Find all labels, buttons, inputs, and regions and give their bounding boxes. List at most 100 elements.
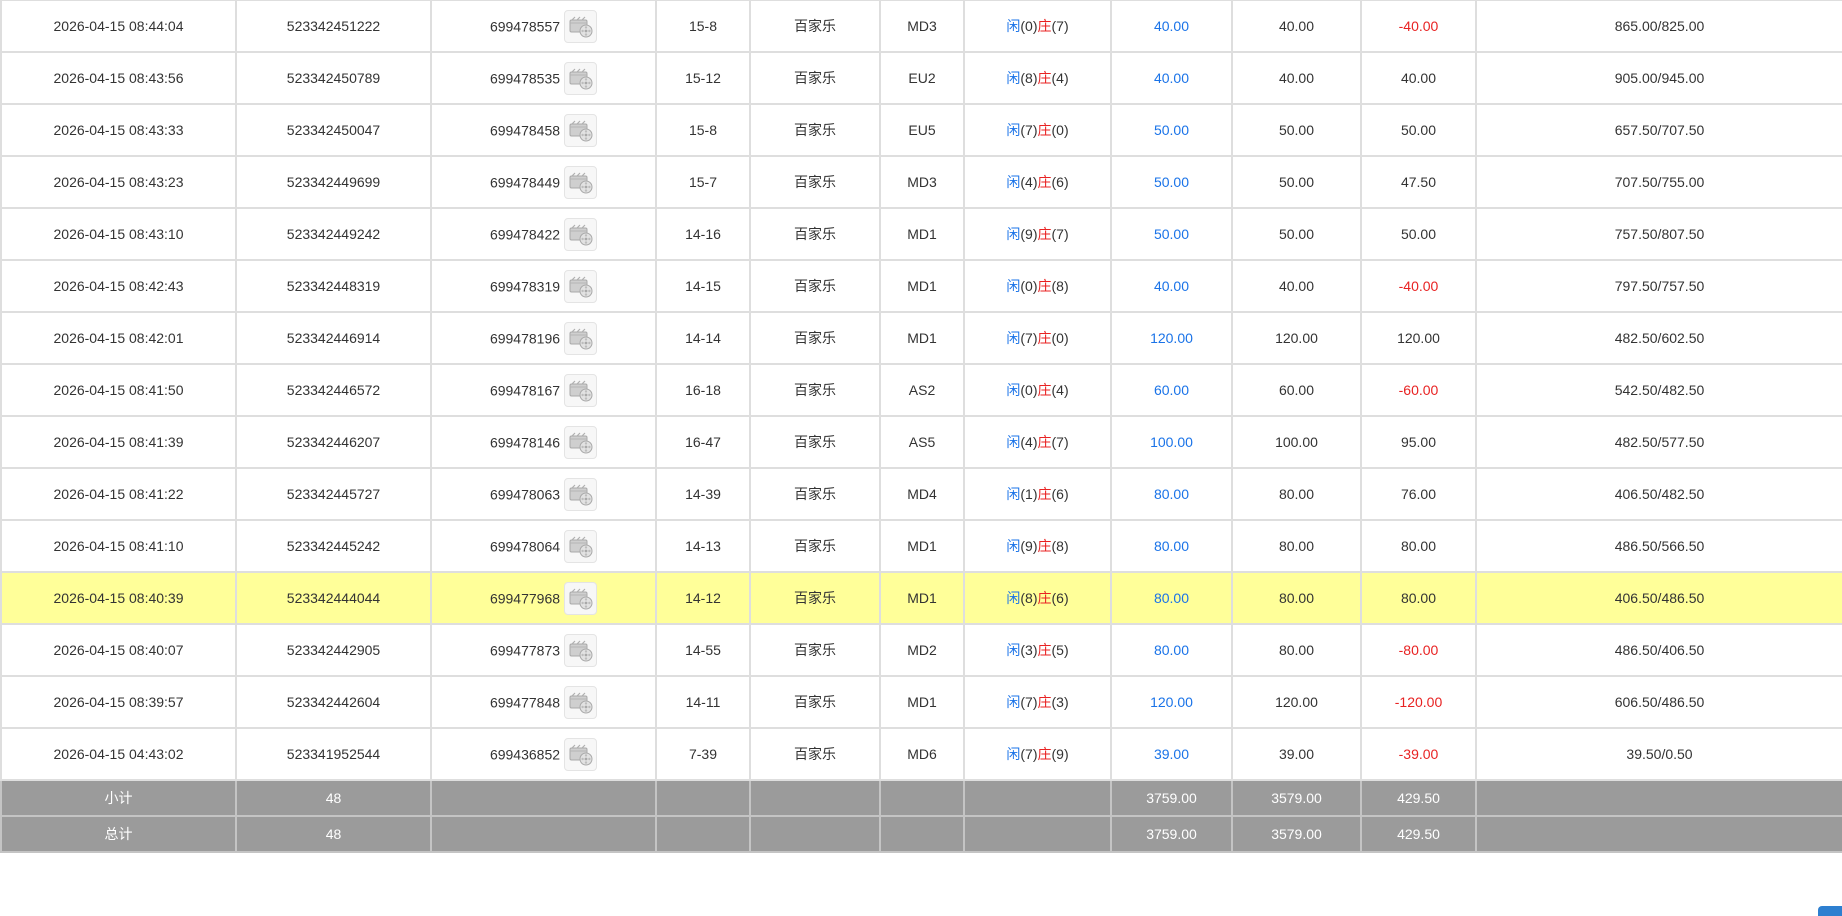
order-id: 523342449699 <box>235 155 432 209</box>
table-row[interactable]: 2026-04-15 08:40:39 523342444044 699477968… <box>0 571 1842 625</box>
table-code: MD6 <box>879 727 965 781</box>
order-id: 523342442604 <box>235 675 432 729</box>
table-code: MD1 <box>879 207 965 261</box>
banker-score: (6) <box>1051 590 1069 606</box>
game-type: 百家乐 <box>749 363 881 417</box>
win-loss: 95.00 <box>1360 415 1477 469</box>
video-replay-icon[interactable] <box>564 9 598 43</box>
order-id: 523342445242 <box>235 519 432 573</box>
table-row[interactable]: 2026-04-15 08:42:43 523342448319 699478319… <box>0 259 1842 313</box>
video-replay-icon[interactable] <box>564 633 598 667</box>
table-row[interactable]: 2026-04-15 08:41:50 523342446572 699478167… <box>0 363 1842 417</box>
valid-bet: 39.00 <box>1231 727 1362 781</box>
banker-label: 庄 <box>1037 382 1052 398</box>
table-row[interactable]: 2026-04-15 08:39:57 523342442604 699477848… <box>0 675 1842 729</box>
game-id-cell: 699478146 <box>430 415 657 469</box>
valid-bet: 80.00 <box>1231 519 1362 573</box>
player-label: 闲 <box>1006 590 1021 606</box>
player-label: 闲 <box>1006 486 1021 502</box>
win-loss: -40.00 <box>1360 259 1477 313</box>
table-row[interactable]: 2026-04-15 08:43:23 523342449699 699478449… <box>0 155 1842 209</box>
table-code: MD3 <box>879 0 965 53</box>
banker-score: (7) <box>1051 18 1069 34</box>
game-type: 百家乐 <box>749 623 881 677</box>
win-loss: 80.00 <box>1360 519 1477 573</box>
table-row[interactable]: 2026-04-15 08:41:10 523342445242 699478064… <box>0 519 1842 573</box>
banker-score: (3) <box>1051 694 1069 710</box>
table-row[interactable]: 2026-04-15 08:42:01 523342446914 699478196… <box>0 311 1842 365</box>
game-id-cell: 699477873 <box>430 623 657 677</box>
order-id: 523342446914 <box>235 311 432 365</box>
balance-change: 865.00/825.00 <box>1475 0 1842 53</box>
banker-score: (6) <box>1051 486 1069 502</box>
banker-score: (0) <box>1051 122 1069 138</box>
bet-time: 2026-04-15 08:43:10 <box>0 207 237 261</box>
game-type: 百家乐 <box>749 675 881 729</box>
table-code: MD1 <box>879 259 965 313</box>
game-id-cell: 699478449 <box>430 155 657 209</box>
video-replay-icon[interactable] <box>564 165 598 199</box>
valid-bet: 50.00 <box>1231 207 1362 261</box>
video-replay-icon[interactable] <box>564 373 598 407</box>
table-code: MD1 <box>879 519 965 573</box>
table-row[interactable]: 2026-04-15 08:40:07 523342442905 699477873… <box>0 623 1842 677</box>
table-row[interactable]: 2026-04-15 08:43:56 523342450789 699478535… <box>0 51 1842 105</box>
table-row[interactable]: 2026-04-15 08:41:22 523342445727 699478063… <box>0 467 1842 521</box>
game-result: 闲(0)庄(4) <box>963 363 1112 417</box>
win-loss: 40.00 <box>1360 51 1477 105</box>
shoe-round: 16-47 <box>655 415 751 469</box>
banker-label: 庄 <box>1037 486 1052 502</box>
video-replay-icon[interactable] <box>564 529 598 563</box>
video-replay-icon[interactable] <box>564 61 598 95</box>
game-id-cell: 699478064 <box>430 519 657 573</box>
table-row[interactable]: 2026-04-15 08:43:33 523342450047 699478458… <box>0 103 1842 157</box>
video-replay-icon[interactable] <box>564 321 598 355</box>
game-id-cell: 699478167 <box>430 363 657 417</box>
video-replay-icon[interactable] <box>564 737 598 771</box>
table-row[interactable]: 2026-04-15 04:43:02 523341952544 699436852… <box>0 727 1842 781</box>
table-row[interactable]: 2026-04-15 08:41:39 523342446207 699478146… <box>0 415 1842 469</box>
total-count: 48 <box>235 815 432 853</box>
order-id: 523341952544 <box>235 727 432 781</box>
player-label: 闲 <box>1006 122 1021 138</box>
bet-amount: 40.00 <box>1110 51 1233 105</box>
balance-change: 707.50/755.00 <box>1475 155 1842 209</box>
video-replay-icon[interactable] <box>564 269 598 303</box>
game-id: 699478146 <box>489 434 561 450</box>
bet-time: 2026-04-15 08:41:22 <box>0 467 237 521</box>
player-score: (0) <box>1020 18 1038 34</box>
balance-change: 486.50/406.50 <box>1475 623 1842 677</box>
video-replay-icon[interactable] <box>564 425 598 459</box>
scroll-to-top-button[interactable] <box>1818 906 1842 916</box>
banker-score: (7) <box>1051 434 1069 450</box>
video-replay-icon[interactable] <box>564 685 598 719</box>
table-code: MD1 <box>879 675 965 729</box>
game-result: 闲(8)庄(4) <box>963 51 1112 105</box>
summary-body: 小计 48 3759.00 3579.00 429.50 总计 48 3759.… <box>0 779 1842 853</box>
video-replay-icon[interactable] <box>564 581 598 615</box>
player-label: 闲 <box>1006 434 1021 450</box>
bet-time: 2026-04-15 04:43:02 <box>0 727 237 781</box>
subtotal-count: 48 <box>235 779 432 817</box>
game-id-cell: 699478458 <box>430 103 657 157</box>
balance-change: 757.50/807.50 <box>1475 207 1842 261</box>
banker-label: 庄 <box>1037 590 1052 606</box>
win-loss: -120.00 <box>1360 675 1477 729</box>
game-id: 699478422 <box>489 226 561 242</box>
win-loss: 76.00 <box>1360 467 1477 521</box>
video-replay-icon[interactable] <box>564 217 598 251</box>
table-code: MD4 <box>879 467 965 521</box>
game-result: 闲(3)庄(5) <box>963 623 1112 677</box>
table-code: EU2 <box>879 51 965 105</box>
player-score: (7) <box>1020 694 1038 710</box>
table-row[interactable]: 2026-04-15 08:44:04 523342451222 699478557… <box>0 0 1842 53</box>
game-id-cell: 699436852 <box>430 727 657 781</box>
video-replay-icon[interactable] <box>564 113 598 147</box>
bet-time: 2026-04-15 08:42:01 <box>0 311 237 365</box>
game-result: 闲(7)庄(3) <box>963 675 1112 729</box>
table-row[interactable]: 2026-04-15 08:43:10 523342449242 699478422… <box>0 207 1842 261</box>
video-replay-icon[interactable] <box>564 477 598 511</box>
bet-amount: 50.00 <box>1110 155 1233 209</box>
player-score: (9) <box>1020 226 1038 242</box>
table-code: MD1 <box>879 311 965 365</box>
